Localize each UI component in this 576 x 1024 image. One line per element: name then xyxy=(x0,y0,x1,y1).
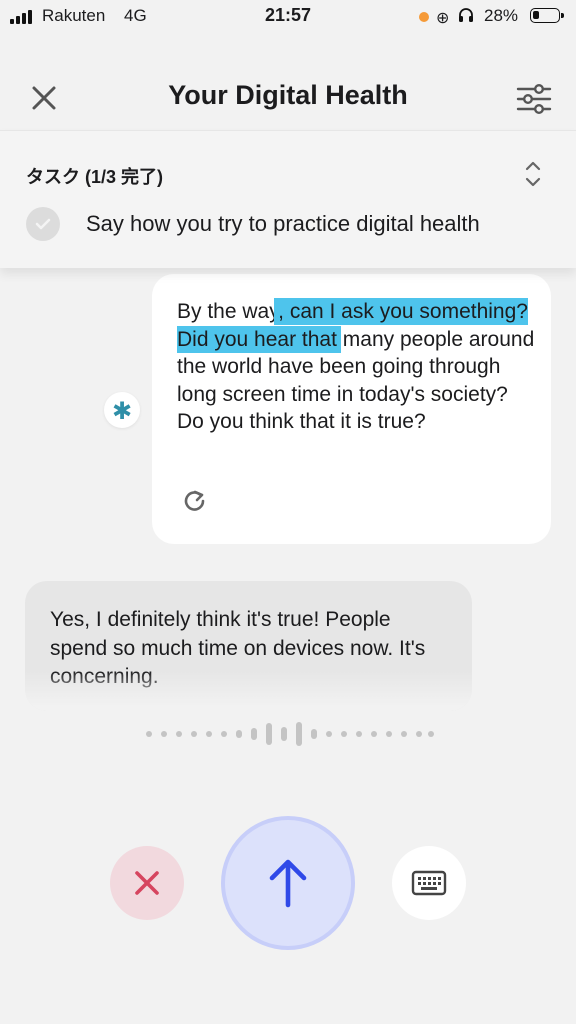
task-progress-title: タスク (1/3 完了) xyxy=(26,167,164,187)
keyboard-icon xyxy=(411,870,447,896)
task-item-text: Say how you try to practice digital heal… xyxy=(86,211,480,236)
bot-message-bubble: By the way, can I ask you something? Did… xyxy=(152,274,551,544)
settings-button[interactable] xyxy=(514,82,554,116)
rotation-lock-icon: ⊕ xyxy=(436,10,450,27)
fade-overlay xyxy=(25,671,472,711)
status-bar: Rakuten 4G 21:57 ⊕ 28% xyxy=(0,0,576,36)
x-icon xyxy=(135,871,159,895)
bot-avatar-asterisk-icon: ✱ xyxy=(104,392,140,428)
keyboard-button[interactable] xyxy=(392,846,466,920)
page-title: Your Digital Health xyxy=(168,80,408,110)
chevron-updown-icon xyxy=(525,161,541,187)
bot-message-text: By the way, can I ask you something? Did… xyxy=(177,298,537,436)
headphones-icon xyxy=(458,7,474,28)
recording-dot-icon xyxy=(419,12,429,22)
arrow-up-icon xyxy=(269,859,307,908)
battery-percent: 28% xyxy=(484,6,519,25)
user-message-bubble: Yes, I definitely think it's true! Peopl… xyxy=(25,581,472,711)
sliders-icon xyxy=(516,84,552,115)
expand-toggle[interactable] xyxy=(520,157,546,191)
bot-text-before: By the way xyxy=(177,300,279,323)
task-complete-check xyxy=(26,207,60,241)
replay-button[interactable] xyxy=(180,486,210,516)
replay-icon xyxy=(184,490,205,511)
audio-waveform xyxy=(146,720,434,748)
cancel-button[interactable] xyxy=(110,846,184,920)
send-button[interactable] xyxy=(221,816,355,950)
task-panel: タスク (1/3 完了) Say how you try to practice… xyxy=(0,130,576,268)
check-icon xyxy=(35,218,51,230)
battery-icon xyxy=(530,8,564,23)
